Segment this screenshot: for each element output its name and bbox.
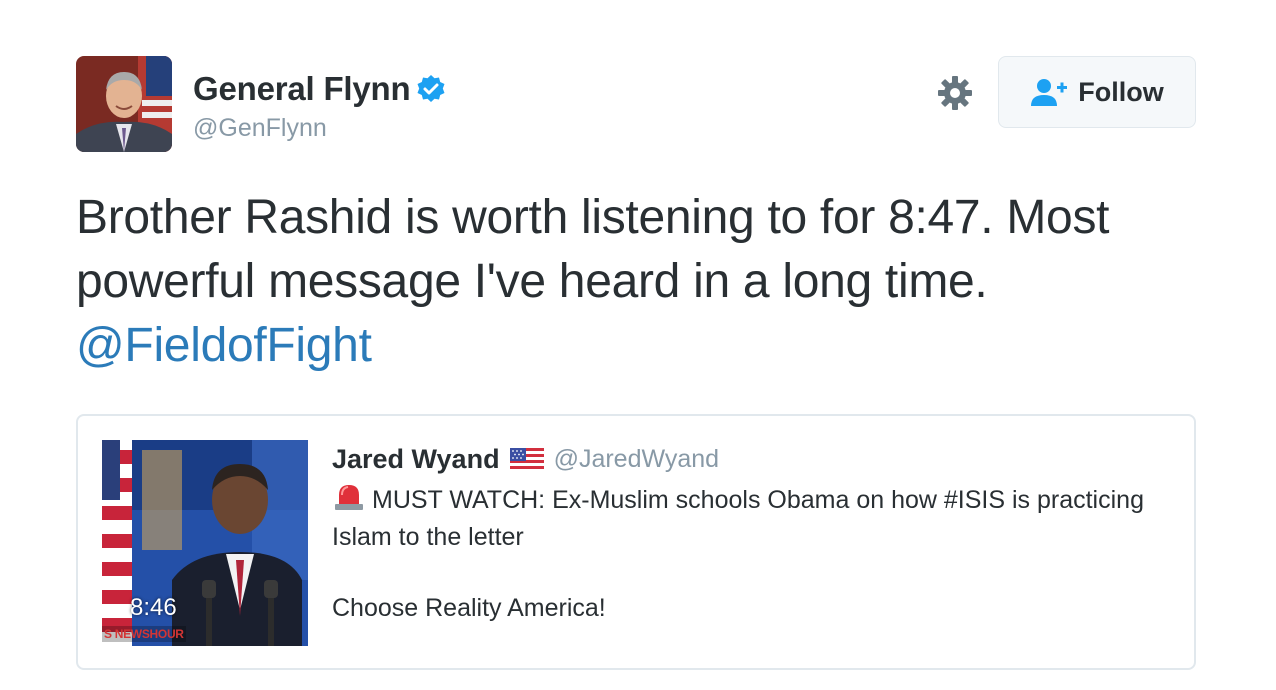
video-thumbnail[interactable]: 8:46 S NEWSHOUR [102, 440, 308, 646]
quoted-display-name[interactable]: Jared Wyand [332, 444, 500, 475]
tweet-body: Brother Rashid is worth listening to for… [76, 191, 1110, 308]
follow-button-label: Follow [1078, 76, 1164, 107]
gear-icon[interactable] [936, 74, 974, 112]
newshour-logo: S NEWSHOUR [102, 626, 186, 642]
add-user-icon [1030, 77, 1068, 107]
author-display-name[interactable]: General Flynn [193, 70, 411, 108]
author-avatar[interactable] [76, 56, 172, 152]
quoted-text-body: MUST WATCH: Ex-Muslim schools Obama on h… [332, 486, 1144, 551]
avatar-photo [76, 56, 172, 152]
quoted-handle[interactable]: @JaredWyand [554, 445, 720, 474]
quoted-header: Jared Wyand @JaredWyand [332, 444, 719, 475]
mention-link[interactable]: @FieldofFight [76, 319, 372, 372]
author-handle[interactable]: @GenFlynn [193, 114, 327, 143]
quoted-tweet-card[interactable]: 8:46 S NEWSHOUR Jared Wyand @JaredWyand [76, 414, 1196, 670]
follow-button[interactable]: Follow [998, 56, 1196, 128]
siren-icon [332, 483, 366, 511]
author-name-row: General Flynn [193, 70, 446, 108]
quoted-text-second: Choose Reality America! [332, 594, 606, 622]
tweet-text: Brother Rashid is worth listening to for… [76, 186, 1206, 378]
quoted-text: MUST WATCH: Ex-Muslim schools Obama on h… [332, 482, 1152, 556]
verified-badge-icon [416, 74, 446, 104]
us-flag-icon [509, 447, 544, 472]
video-duration: 8:46 [130, 594, 177, 621]
